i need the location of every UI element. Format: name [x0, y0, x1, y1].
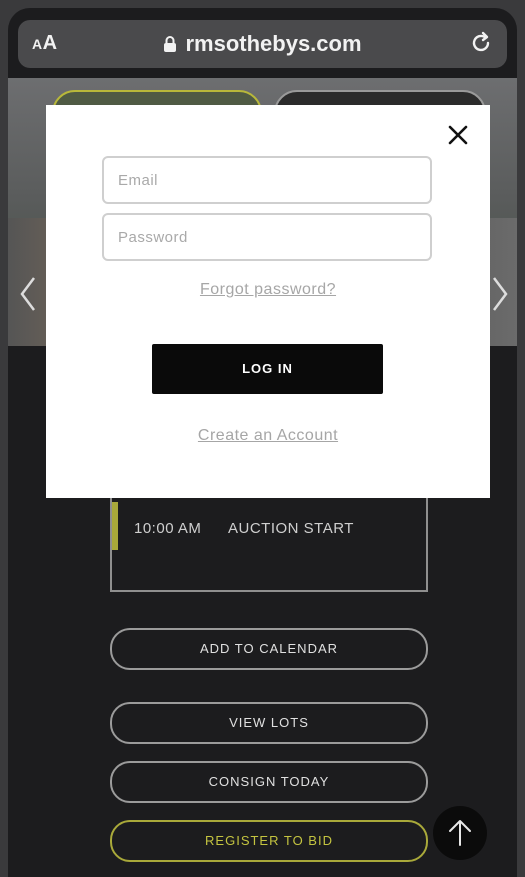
- arrow-up-icon: [449, 820, 471, 846]
- schedule-accent-bar: [112, 502, 118, 550]
- register-to-bid-button[interactable]: REGISTER TO BID: [110, 820, 428, 862]
- browser-address-bar[interactable]: AA rmsothebys.com: [18, 20, 507, 68]
- url-display[interactable]: rmsothebys.com: [18, 31, 507, 59]
- schedule-time: 10:00 AM: [134, 520, 202, 537]
- schedule-event: AUCTION START: [228, 520, 354, 537]
- create-account-link[interactable]: Create an Account: [46, 427, 490, 445]
- scroll-to-top-button[interactable]: [433, 806, 487, 860]
- password-field[interactable]: [102, 213, 432, 261]
- consign-today-button[interactable]: CONSIGN TODAY: [110, 761, 428, 803]
- login-modal: Forgot password? LOG IN Create an Accoun…: [46, 105, 490, 498]
- reload-icon[interactable]: [469, 30, 493, 61]
- forgot-password-link[interactable]: Forgot password?: [46, 281, 490, 299]
- chevron-right-icon[interactable]: [490, 274, 510, 319]
- log-in-button[interactable]: LOG IN: [152, 344, 383, 394]
- chevron-left-icon[interactable]: [18, 274, 38, 319]
- auction-schedule: 10:00 AM AUCTION START: [110, 488, 428, 592]
- close-icon[interactable]: [446, 123, 470, 147]
- url-text: rmsothebys.com: [185, 31, 362, 56]
- lock-icon: [163, 33, 177, 59]
- view-lots-button[interactable]: VIEW LOTS: [110, 702, 428, 744]
- add-to-calendar-button[interactable]: ADD TO CALENDAR: [110, 628, 428, 670]
- email-field[interactable]: [102, 156, 432, 204]
